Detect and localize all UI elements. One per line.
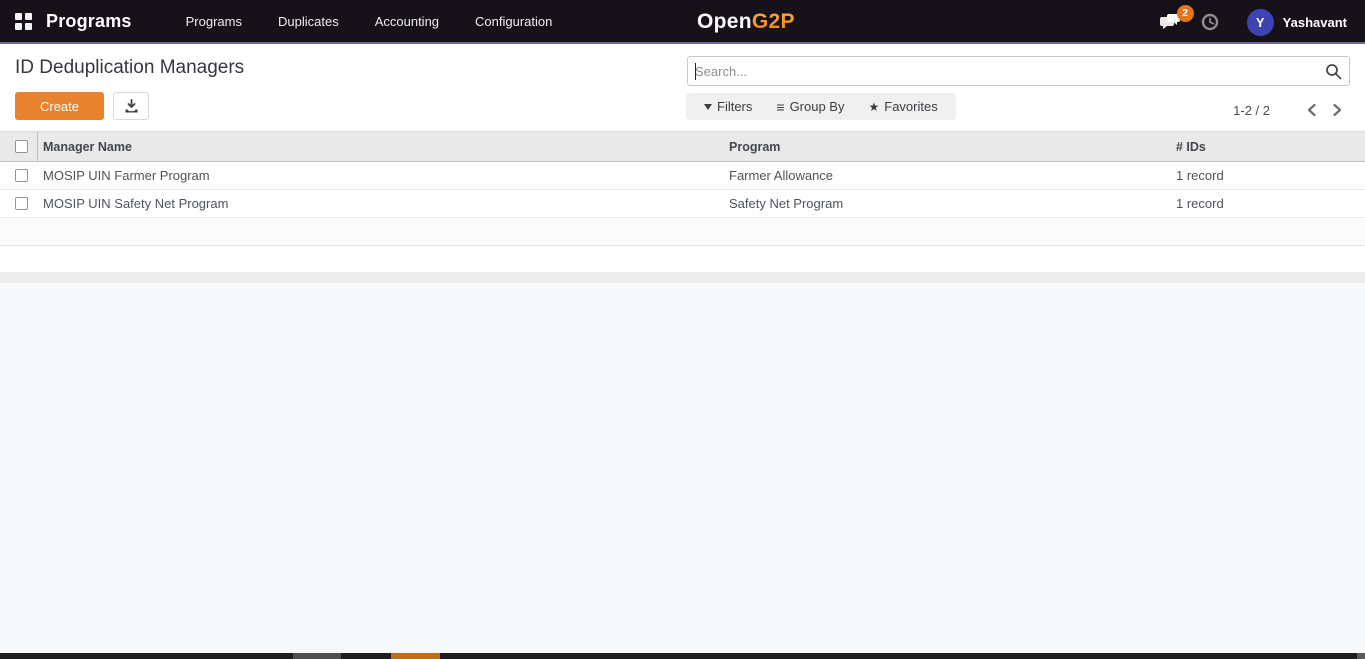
cell-program[interactable]: Farmer Allowance [724, 168, 1171, 183]
empty-table-row [0, 218, 1365, 246]
column-header-manager-name[interactable]: Manager Name [38, 140, 724, 154]
grid-square [25, 12, 32, 20]
table-header-row: Manager Name Program # IDs [0, 131, 1365, 162]
select-all-cell [0, 132, 38, 161]
taskbar-edge [0, 653, 1365, 659]
search-input[interactable] [688, 57, 1349, 85]
star-icon: ★ [868, 99, 880, 114]
logo-text-open: Open [697, 10, 752, 33]
filters-label: Filters [717, 99, 753, 114]
filter-icon [704, 103, 712, 110]
search-icon[interactable] [1325, 63, 1342, 80]
user-name[interactable]: Yashavant [1283, 15, 1347, 30]
group-by-icon: ≡ [776, 98, 785, 115]
menu-item-duplicates[interactable]: Duplicates [260, 1, 357, 42]
table-row[interactable]: MOSIP UIN Safety Net Program Safety Net … [0, 190, 1365, 218]
app-title[interactable]: Programs [46, 11, 132, 32]
favorites-button[interactable]: ★ Favorites [856, 93, 949, 120]
grid-square [25, 22, 32, 30]
messages-button[interactable]: 2 [1159, 5, 1194, 34]
row-checkbox[interactable] [15, 169, 28, 182]
row-checkbox-cell [0, 190, 38, 217]
main-menu: Programs Duplicates Accounting Configura… [168, 1, 571, 42]
cell-manager-name[interactable]: MOSIP UIN Safety Net Program [38, 196, 724, 211]
table-row[interactable]: MOSIP UIN Farmer Program Farmer Allowanc… [0, 162, 1365, 190]
pagination: 1-2 / 2 [1233, 99, 1350, 121]
column-header-program[interactable]: Program [724, 140, 1171, 154]
search-options-bar: Filters ≡ Group By ★ Favorites [686, 93, 956, 120]
chevron-right-icon [1332, 103, 1341, 117]
grid-square [15, 12, 22, 20]
menu-item-accounting[interactable]: Accounting [357, 1, 457, 42]
favorites-label: Favorites [884, 99, 938, 114]
top-nav-bar: Programs Programs Duplicates Accounting … [0, 0, 1365, 44]
text-caret [695, 63, 696, 80]
row-checkbox[interactable] [15, 197, 28, 210]
user-avatar[interactable]: Y [1246, 8, 1274, 36]
filters-button[interactable]: Filters [692, 93, 764, 120]
export-button[interactable] [113, 92, 149, 120]
horizontal-scrollbar-track[interactable] [0, 272, 1365, 283]
taskbar-segment-orange [391, 653, 440, 659]
next-page-button[interactable] [1324, 99, 1350, 121]
group-by-button[interactable]: ≡ Group By [764, 93, 856, 120]
group-by-label: Group By [789, 99, 845, 114]
row-checkbox-cell [0, 162, 38, 189]
table-footer-gap [0, 246, 1365, 272]
logo-text-g2p: G2P [751, 10, 795, 33]
cell-manager-name[interactable]: MOSIP UIN Farmer Program [38, 168, 724, 183]
search-bar [687, 56, 1350, 86]
menu-item-configuration[interactable]: Configuration [457, 1, 570, 42]
apps-grid-icon[interactable] [15, 12, 32, 30]
messages-count-badge: 2 [1176, 5, 1194, 22]
cell-ids[interactable]: 1 record [1171, 168, 1365, 183]
menu-item-programs[interactable]: Programs [168, 1, 260, 42]
grid-square [15, 22, 22, 30]
cell-ids[interactable]: 1 record [1171, 196, 1365, 211]
chevron-left-icon [1307, 103, 1316, 117]
create-button[interactable]: Create [15, 92, 104, 120]
previous-page-button[interactable] [1298, 99, 1324, 121]
column-header-ids[interactable]: # IDs [1171, 140, 1365, 154]
taskbar-segment-gray [293, 653, 341, 659]
topbar-right-controls: 2 Y Yashavant [1159, 0, 1365, 44]
clock-icon [1201, 13, 1218, 31]
taskbar-segment-right [1357, 653, 1365, 659]
select-all-checkbox[interactable] [15, 140, 28, 153]
activities-button[interactable] [1201, 13, 1219, 31]
page-title: ID Deduplication Managers [15, 57, 245, 78]
download-icon [125, 98, 137, 112]
cell-program[interactable]: Safety Net Program [724, 196, 1171, 211]
pagination-range: 1-2 / 2 [1233, 102, 1270, 118]
openg2p-logo: Open G2P [697, 0, 795, 44]
page-background [0, 283, 1365, 653]
